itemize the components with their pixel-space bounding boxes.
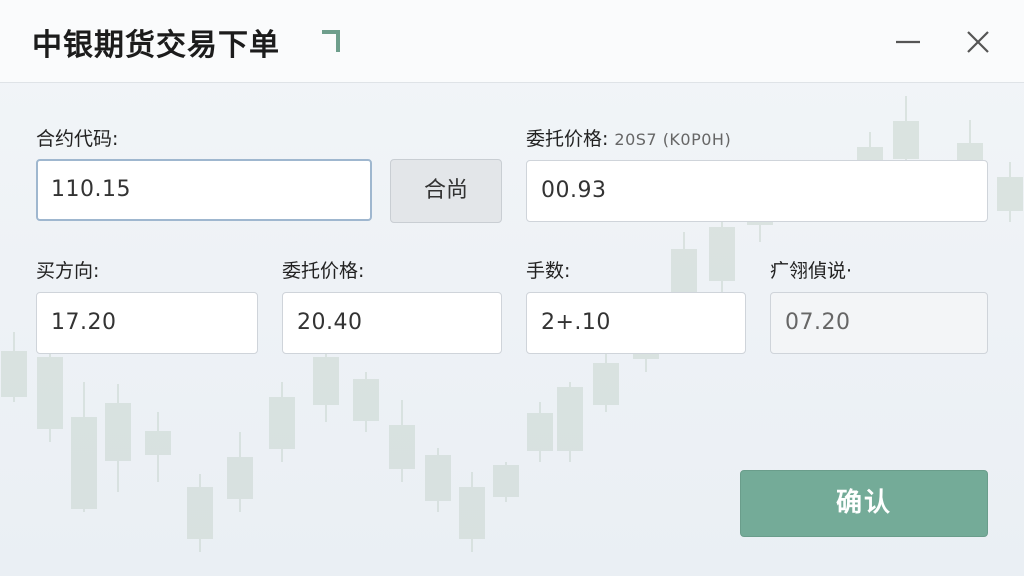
confirm-button[interactable]: 确认: [740, 470, 988, 537]
buy-direction-input[interactable]: 17.20: [36, 292, 258, 354]
window-title: 中银期货交易下单: [32, 28, 280, 63]
minimize-icon[interactable]: [892, 26, 924, 58]
buy-direction-label: 买方向:: [36, 260, 100, 282]
title-bar: 中银期货交易下单: [0, 0, 1024, 83]
lots-label: 手数:: [526, 260, 571, 282]
extra-field-label: 疒翎偵说·: [770, 260, 853, 282]
contract-lookup-button[interactable]: 合尚: [390, 159, 502, 223]
order-price-top-sublabel: 20S7 (K0P0H): [614, 130, 732, 149]
order-price-label: 委托价格:: [282, 260, 365, 282]
contract-code-label: 合约代码:: [36, 128, 119, 150]
chart-indicator-icon: [322, 30, 340, 52]
close-icon[interactable]: [962, 26, 994, 58]
contract-code-input[interactable]: 110.15: [36, 159, 372, 221]
order-price-top-label: 委托价格: 20S7 (K0P0H): [526, 124, 731, 151]
lots-input[interactable]: 2+.10: [526, 292, 746, 354]
extra-field-input[interactable]: 07.20: [770, 292, 988, 354]
order-price-top-input[interactable]: 00.93: [526, 160, 988, 222]
order-price-input[interactable]: 20.40: [282, 292, 502, 354]
order-price-top-label-text: 委托价格:: [526, 128, 609, 150]
